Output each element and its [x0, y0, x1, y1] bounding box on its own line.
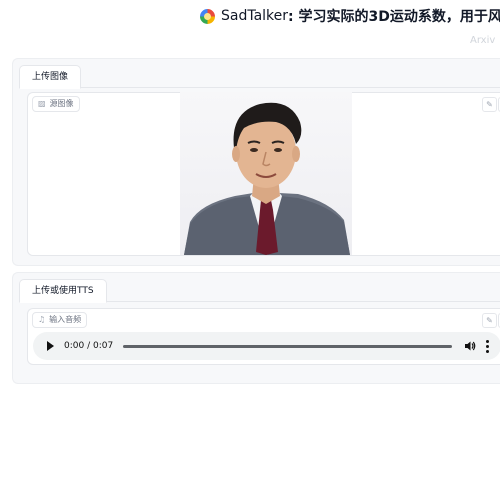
header-links[interactable]: Arxiv — [470, 35, 495, 46]
audio-time: 0:00 / 0:07 — [64, 341, 114, 351]
play-icon[interactable] — [47, 341, 54, 351]
source-image-label: ▨ 源图像 — [32, 96, 80, 112]
page-title: SadTalker : 学习实际的3D运动系数，用于风 — [200, 6, 500, 26]
more-options-icon[interactable] — [486, 339, 489, 353]
sadtalker-logo-icon — [200, 8, 215, 24]
input-audio-block[interactable]: ♫ 输入音频 ✎ ✕ 0:00 / 0:07 — [27, 308, 500, 365]
music-note-icon: ♫ — [38, 315, 46, 324]
audio-player[interactable]: 0:00 / 0:07 — [33, 332, 500, 360]
input-audio-label-text: 输入音频 — [49, 315, 82, 324]
image-icon: ▨ — [38, 99, 46, 108]
audio-progress-slider[interactable] — [123, 344, 452, 348]
volume-icon[interactable] — [464, 340, 476, 352]
tab-upload-image[interactable]: 上传图像 — [19, 65, 82, 89]
edit-image-button[interactable]: ✎ — [482, 97, 497, 112]
app-name: SadTalker — [221, 8, 289, 24]
title-text: : 学习实际的3D运动系数，用于风 — [288, 9, 500, 25]
tab-upload-or-tts[interactable]: 上传或使用TTS — [19, 279, 107, 303]
audio-tab-bar: 上传或使用TTS — [19, 279, 500, 303]
portrait-photo — [184, 102, 350, 255]
input-audio-label: ♫ 输入音频 — [32, 312, 88, 328]
source-image-block[interactable]: ▨ 源图像 ✎ — [27, 92, 500, 256]
source-image-label-text: 源图像 — [49, 99, 74, 108]
audio-upload-panel: 上传或使用TTS ♫ 输入音频 ✎ ✕ 0:00 / 0:07 — [12, 272, 500, 384]
image-upload-panel: 上传图像 ▨ 源图像 ✎ — [12, 58, 500, 266]
source-image — [180, 92, 352, 255]
image-tab-bar: 上传图像 — [19, 65, 500, 89]
edit-audio-button[interactable]: ✎ — [482, 313, 497, 328]
